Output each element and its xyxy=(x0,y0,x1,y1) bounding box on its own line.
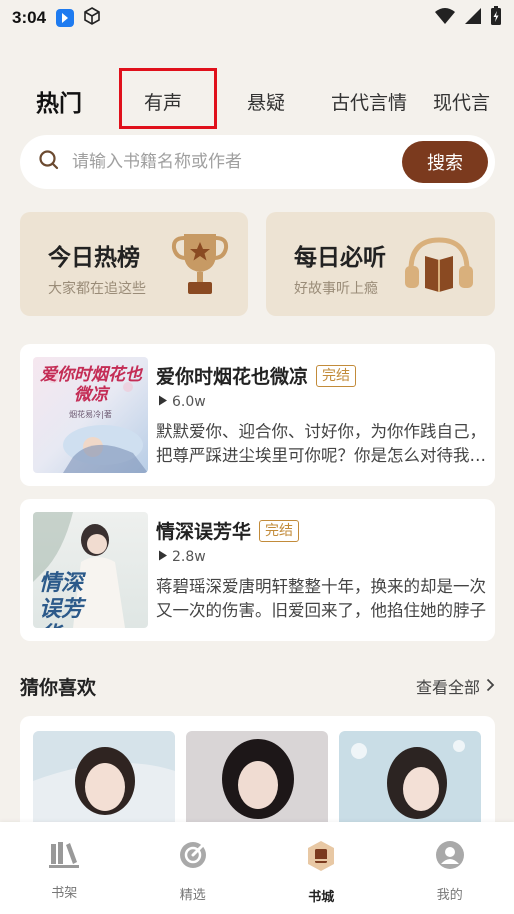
tab-modern-romance[interactable]: 现代言 xyxy=(433,88,490,115)
cover-author-text: 烟花易冷|著 xyxy=(69,410,112,419)
status-right-icons xyxy=(434,5,502,31)
status-bar: 3:04 xyxy=(0,0,514,36)
section-title: 猜你喜欢 xyxy=(20,676,97,699)
nav-profile[interactable]: 我的 xyxy=(386,822,514,914)
nav-label: 书架 xyxy=(51,886,78,901)
book-description: 蒋碧瑶深爱唐明轩整整十年，换来的却是一次又一次的伤害。旧爱回来了，他掐住她的脖子 xyxy=(156,577,486,620)
bottom-nav: 书架 精选 书城 我的 xyxy=(0,822,514,914)
search-button[interactable]: 搜索 xyxy=(402,141,488,183)
book-card[interactable]: 爱你时烟花也微凉 烟花易冷|著 爱你时烟花也微凉 完结 6.0w 默默爱你、迎合你… xyxy=(20,344,495,486)
status-badge: 完结 xyxy=(316,365,357,387)
status-left-icons xyxy=(56,6,102,31)
compass-icon xyxy=(178,840,208,874)
tab-highlight-box xyxy=(119,68,217,129)
tab-hot[interactable]: 热门 xyxy=(36,84,82,118)
tab-mystery[interactable]: 悬疑 xyxy=(247,88,285,115)
play-icon xyxy=(158,549,168,565)
nav-featured[interactable]: 精选 xyxy=(129,822,258,914)
profile-icon xyxy=(435,840,465,874)
play-count-text: 6.0w xyxy=(172,394,206,410)
book-title-text: 爱你时烟花也微凉 xyxy=(156,366,309,388)
book-cover-image: 情深误芳华 xyxy=(33,512,148,628)
cover-title-text: 爱你时烟花也微凉 xyxy=(40,365,142,405)
play-count: 6.0w xyxy=(158,394,206,410)
view-all-link[interactable]: 查看全部 xyxy=(416,674,495,698)
search-icon xyxy=(38,149,60,175)
book-title: 情深误芳华 完结 xyxy=(156,517,300,544)
bookshelf-icon xyxy=(49,840,80,872)
nav-label: 我的 xyxy=(436,888,463,903)
daily-listen-card[interactable]: 每日必听 好故事听上瘾 xyxy=(266,212,495,316)
hot-ranking-card[interactable]: 今日热榜 大家都在追这些 xyxy=(20,212,248,316)
bookstore-icon xyxy=(306,840,336,876)
view-all-text: 查看全部 xyxy=(415,678,480,697)
headphones-icon xyxy=(403,234,475,296)
book-cover-image: 爱你时烟花也微凉 烟花易冷|著 xyxy=(33,357,148,473)
nav-label: 书城 xyxy=(308,890,335,905)
tab-ancient-romance[interactable]: 古代言情 xyxy=(331,88,407,115)
cube-icon xyxy=(82,6,102,31)
cover-title-text: 情深误芳华 xyxy=(39,570,84,628)
battery-icon xyxy=(490,5,502,31)
search-bar: 搜索 xyxy=(20,135,495,189)
play-count-text: 2.8w xyxy=(172,549,206,565)
book-description: 默默爱你、迎合你、讨好你，为你作践自己，把尊严踩进尘埃里可你呢？你是怎么对待我的… xyxy=(156,422,486,465)
recommend-panel xyxy=(20,716,495,841)
status-badge: 完结 xyxy=(259,520,300,542)
app-notification-icon xyxy=(56,9,75,27)
nav-bookshelf[interactable]: 书架 xyxy=(0,822,129,914)
status-time: 3:04 xyxy=(12,8,47,27)
signal-icon xyxy=(464,7,482,30)
nav-bookstore[interactable]: 书城 xyxy=(257,822,386,914)
chevron-right-icon xyxy=(486,677,495,696)
book-title: 爱你时烟花也微凉 完结 xyxy=(156,362,357,389)
search-input[interactable] xyxy=(72,152,372,172)
book-title-text: 情深误芳华 xyxy=(156,521,252,543)
nav-label: 精选 xyxy=(179,888,206,903)
category-tabs: 热门 有声 悬疑 古代言情 现代言 xyxy=(0,72,514,128)
play-count: 2.8w xyxy=(158,549,206,565)
book-card[interactable]: 情深误芳华 情深误芳华完结 2.8w 蒋碧瑶深爱唐明轩整整十年，换来的却是一次又… xyxy=(20,499,495,641)
wifi-icon xyxy=(434,7,456,30)
trophy-icon xyxy=(170,230,230,300)
play-icon xyxy=(158,394,168,410)
recommend-header: 猜你喜欢 查看全部 xyxy=(20,672,495,700)
